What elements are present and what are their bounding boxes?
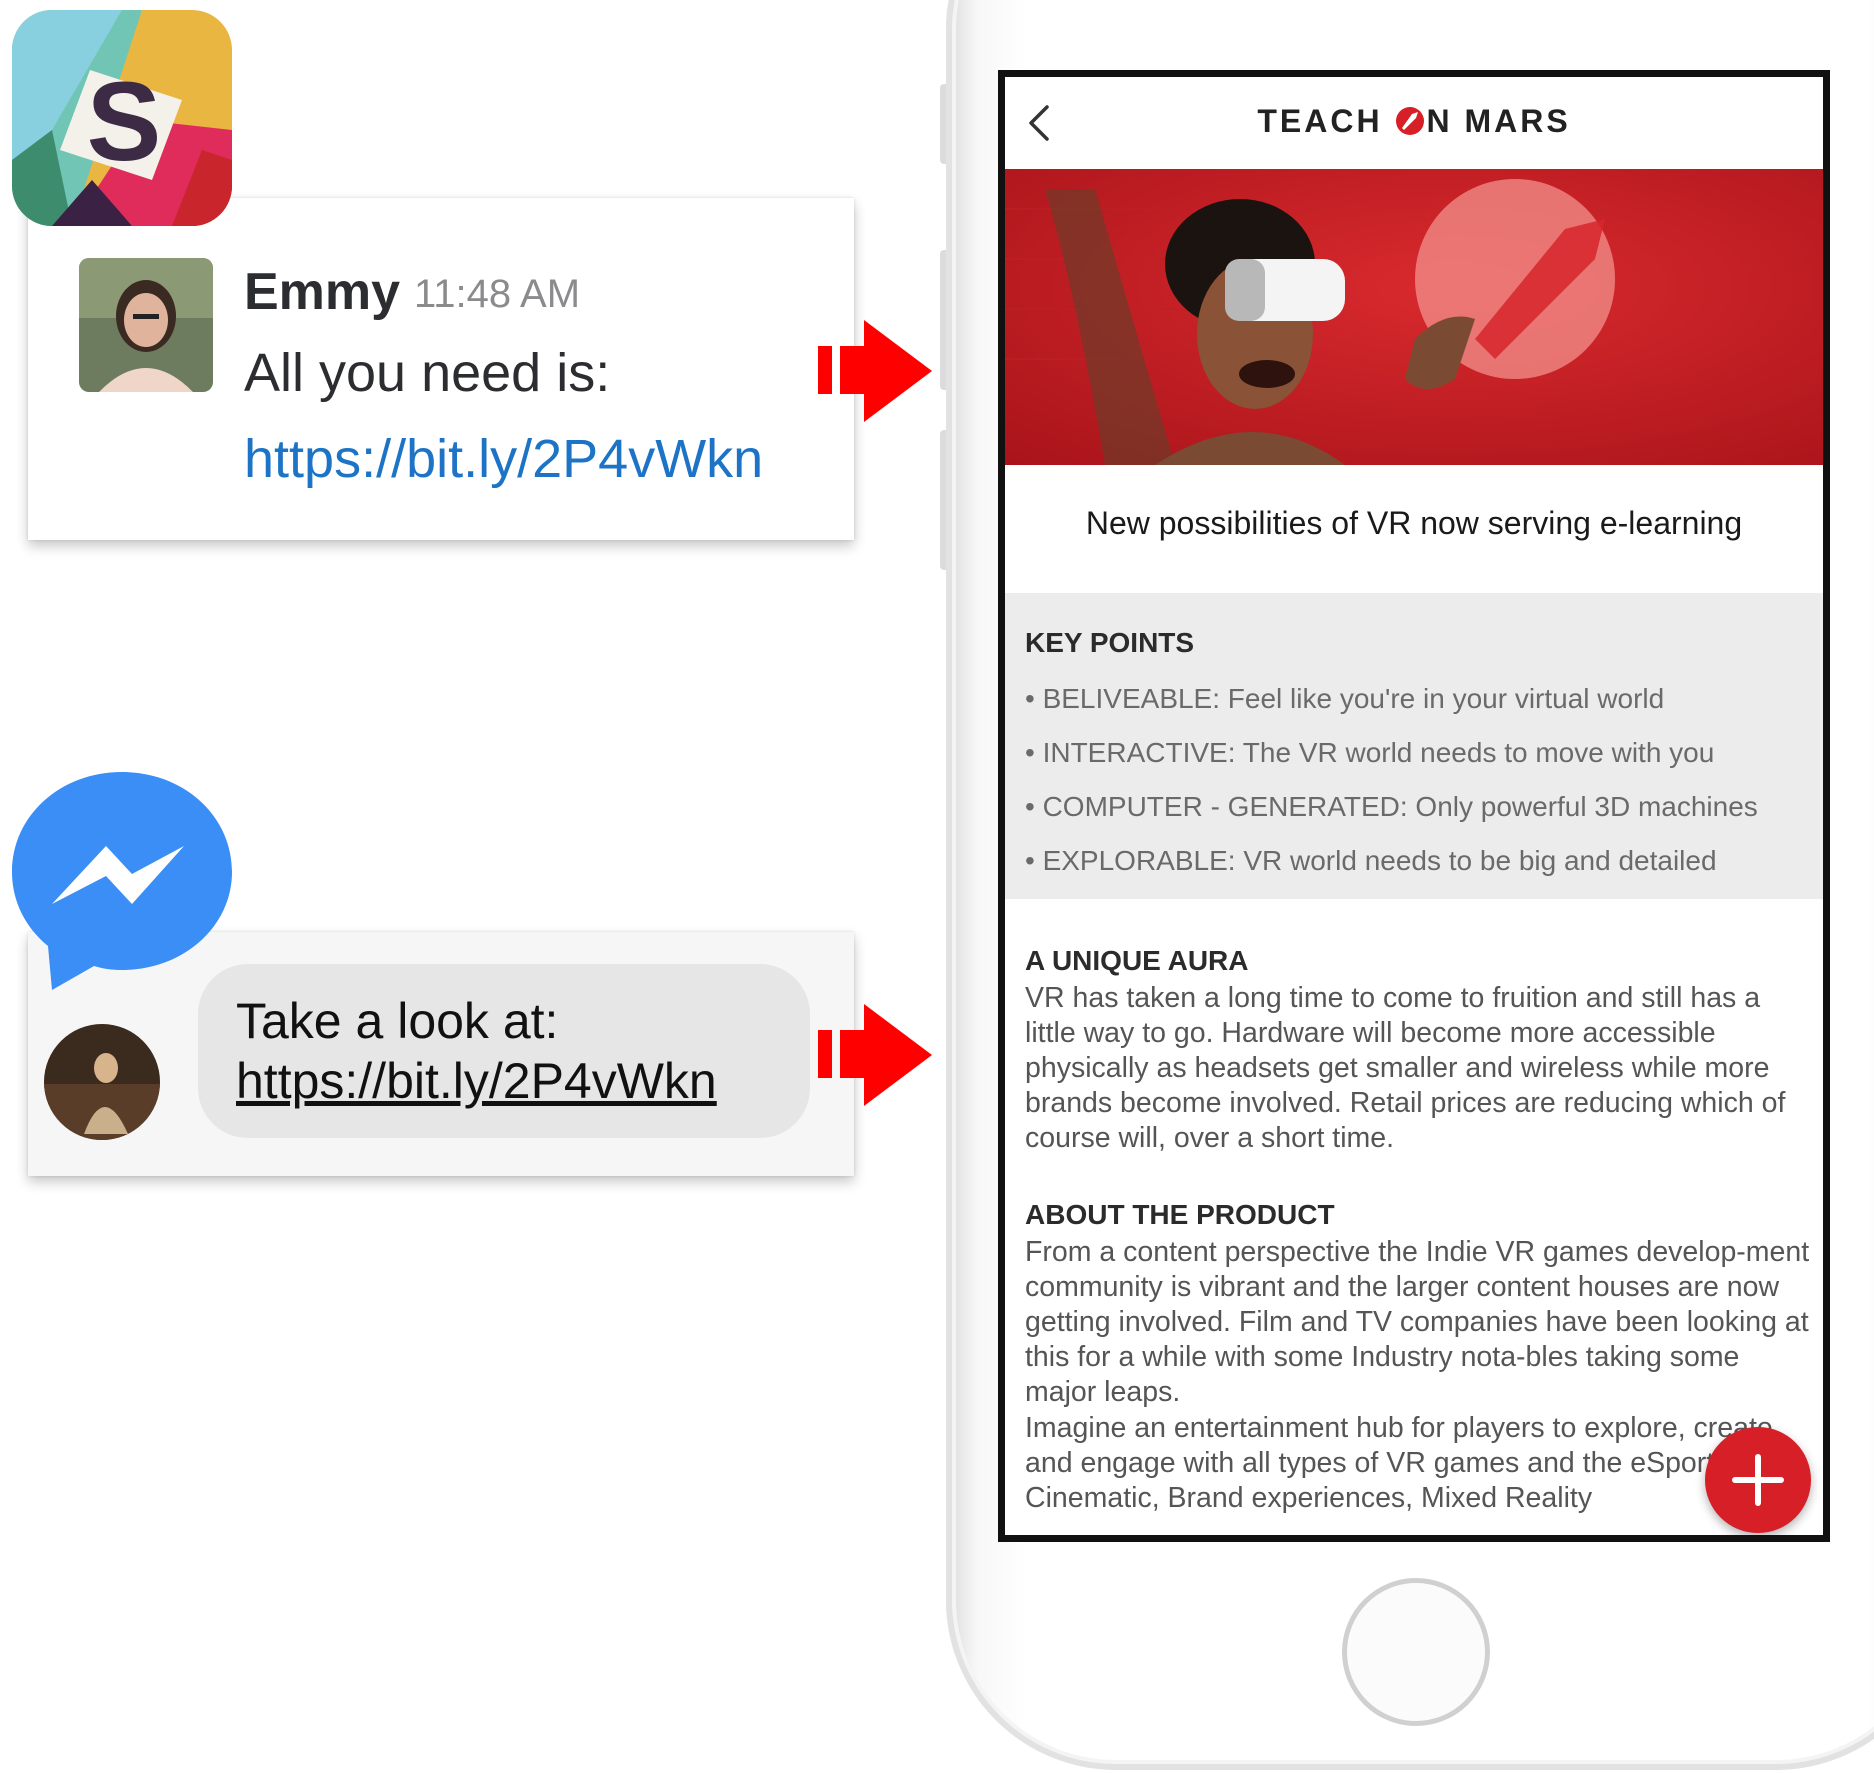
section-body: VR has taken a long time to come to frui… bbox=[1025, 982, 1786, 1154]
message-link[interactable]: https://bit.ly/2P4vWkn bbox=[236, 1052, 717, 1110]
brand-text-start: TEACH bbox=[1257, 103, 1395, 139]
list-item: • COMPUTER - GENERATED: Only powerful 3D… bbox=[1025, 791, 1758, 822]
arrow-right-icon bbox=[818, 320, 932, 422]
message-text: All you need is: bbox=[244, 343, 611, 403]
hero-image bbox=[1005, 169, 1823, 465]
message-link[interactable]: https://bit.ly/2P4vWkn bbox=[244, 428, 763, 490]
home-button[interactable] bbox=[1342, 1578, 1490, 1726]
message-timestamp: 11:48 AM bbox=[414, 272, 581, 316]
avatar bbox=[79, 258, 213, 392]
list-item: • EXPLORABLE: VR world needs to be big a… bbox=[1025, 845, 1717, 876]
svg-text:S: S bbox=[87, 59, 162, 184]
plus-icon bbox=[1732, 1454, 1784, 1506]
section-heading: ABOUT THE PRODUCT bbox=[1025, 1199, 1335, 1230]
add-button[interactable] bbox=[1705, 1427, 1811, 1533]
message-text: Take a look at: bbox=[236, 993, 559, 1049]
sender-name: Emmy bbox=[244, 263, 401, 321]
message-bubble bbox=[198, 964, 810, 1138]
arrow-right-icon bbox=[818, 1004, 932, 1106]
list-item: • BELIVEABLE: Feel like you're in your v… bbox=[1025, 683, 1665, 714]
rocket-icon bbox=[1396, 107, 1425, 135]
slack-logo-icon: S bbox=[12, 10, 232, 226]
brand-text-end: N MARS bbox=[1426, 103, 1571, 139]
section-heading: KEY POINTS bbox=[1025, 627, 1195, 658]
section-body: From a content perspective the Indie VR … bbox=[1025, 1236, 1810, 1408]
phone-screen: TEACH N MARS New possibilities of VR now… bbox=[998, 70, 1830, 1542]
section-heading: A UNIQUE AURA bbox=[1025, 945, 1249, 976]
brand-logo: TEACH N MARS bbox=[1005, 103, 1823, 140]
app-header: TEACH N MARS bbox=[1005, 77, 1823, 170]
article-title: New possibilities of VR now serving e-le… bbox=[1085, 505, 1743, 541]
list-item: • INTERACTIVE: The VR world needs to mov… bbox=[1025, 737, 1715, 768]
messenger-logo-icon bbox=[12, 772, 232, 990]
section-body: Imagine an entertainment hub for players… bbox=[1025, 1412, 1773, 1514]
avatar bbox=[44, 1024, 160, 1140]
